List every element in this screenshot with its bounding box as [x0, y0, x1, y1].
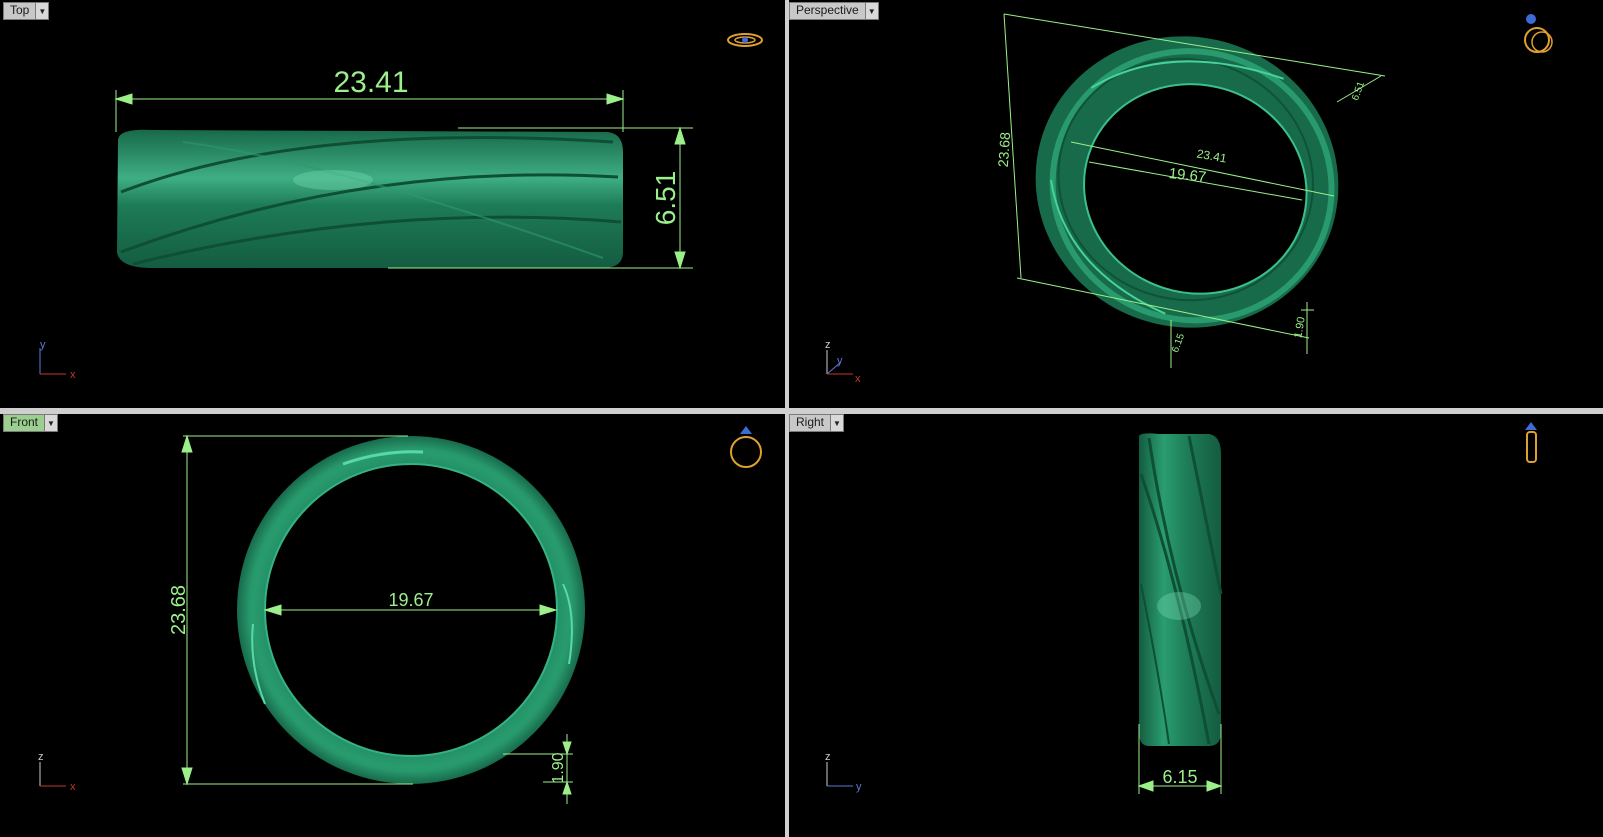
- tab-front[interactable]: Front ▼: [3, 414, 59, 432]
- persp-height-dimension: 6.51: [1350, 80, 1367, 102]
- ring-perspective-model: [1035, 36, 1339, 328]
- dropdown-arrow-icon[interactable]: ▼: [864, 3, 878, 19]
- axis-label-y: y: [837, 355, 843, 367]
- axis-label-x: x: [70, 781, 76, 793]
- persp-band-dimension: 6.15: [1170, 332, 1187, 354]
- right-band-width-dimension: 6.15: [1162, 767, 1197, 787]
- top-view-canvas: 23.41 6.51 y x: [39, 33, 763, 381]
- tab-top[interactable]: Top ▼: [3, 2, 50, 20]
- viewport-top[interactable]: 23.41 6.51 y x Top ▼: [3, 2, 785, 408]
- viewport-right[interactable]: 6.15 z y Right ▼: [789, 414, 1603, 837]
- tab-right[interactable]: Right ▼: [789, 414, 845, 432]
- front-inner-width-dimension: 19.67: [388, 590, 433, 610]
- perspective-view-canvas: 23.68 19.67 23.41 6.51 1.90 6.15 z y x: [825, 13, 1553, 385]
- persp-axis-indicator: z y x: [825, 339, 861, 385]
- front-view-canvas: 23.68 19.67 1.90 z x: [38, 426, 762, 804]
- top-width-dimension: 23.41: [333, 66, 408, 99]
- tab-front-label: Front: [10, 415, 39, 429]
- ring-side-model: [1139, 433, 1223, 746]
- axis-label-x: x: [70, 369, 76, 381]
- axis-label-z: z: [825, 339, 831, 351]
- dropdown-arrow-icon[interactable]: ▼: [44, 415, 58, 431]
- persp-thickness-dimension: 1.90: [1292, 316, 1308, 339]
- tab-perspective[interactable]: Perspective ▼: [789, 2, 879, 20]
- axis-label-x: x: [855, 373, 861, 385]
- ring-side-icon[interactable]: [1525, 422, 1537, 463]
- persp-outer-height-dimension: 23.68: [995, 131, 1013, 167]
- axis-label-y: y: [856, 781, 862, 793]
- front-thickness-dimension: 1.90: [550, 752, 567, 783]
- front-outer-height-dimension: 23.68: [168, 585, 190, 635]
- right-view-canvas: 6.15 z y: [825, 422, 1537, 794]
- tab-perspective-label: Perspective: [796, 3, 859, 17]
- axis-label-y: y: [40, 339, 46, 351]
- tab-right-label: Right: [796, 415, 825, 429]
- ring-perspective-icon[interactable]: [1524, 14, 1553, 53]
- viewport-perspective[interactable]: 23.68 19.67 23.41 6.51 1.90 6.15 z y x P…: [789, 2, 1603, 408]
- axis-label-z: z: [825, 751, 831, 763]
- viewport-front[interactable]: 23.68 19.67 1.90 z x Front ▼: [3, 414, 785, 837]
- tab-top-label: Top: [10, 3, 30, 17]
- top-axis-indicator: y x: [39, 339, 76, 381]
- right-axis-indicator: z y: [825, 751, 862, 793]
- ring-top-model: [117, 129, 623, 268]
- front-axis-indicator: z x: [38, 751, 76, 793]
- dropdown-arrow-icon[interactable]: ▼: [35, 3, 49, 19]
- ring-top-view-icon[interactable]: [727, 33, 763, 47]
- axis-label-z: z: [38, 751, 44, 763]
- ring-front-icon[interactable]: [730, 426, 762, 468]
- top-height-dimension: 6.51: [650, 171, 681, 226]
- dropdown-arrow-icon[interactable]: ▼: [830, 415, 844, 431]
